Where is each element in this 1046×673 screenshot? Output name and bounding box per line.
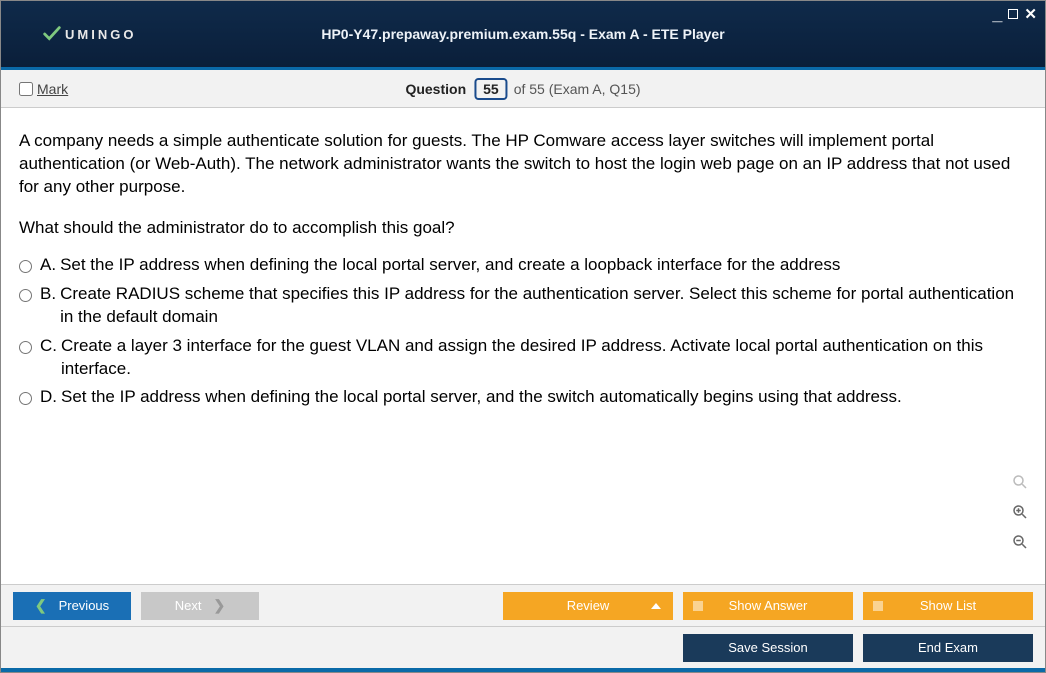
toolbar-row-2: Save Session End Exam [1,626,1045,668]
square-icon [873,601,883,611]
save-session-button[interactable]: Save Session [683,634,853,662]
bottom-divider [1,668,1045,672]
question-body: A company needs a simple authenticate so… [1,108,1045,425]
zoom-in-icon[interactable] [1009,501,1031,523]
window-controls: _ ✕ [992,5,1037,23]
show-answer-button[interactable]: Show Answer [683,592,853,620]
logo-text: UMINGO [65,27,136,42]
option-radio[interactable] [19,392,32,405]
end-exam-button[interactable]: End Exam [863,634,1033,662]
options-list: A. Set the IP address when defining the … [19,254,1027,410]
option-radio[interactable] [19,289,32,302]
zoom-out-icon[interactable] [1009,531,1031,553]
option-letter: C. [40,335,57,358]
option-text: Create a layer 3 interface for the guest… [61,335,1027,381]
question-text: A company needs a simple authenticate so… [19,130,1027,199]
question-word: Question [405,81,466,97]
option-letter: B. [40,283,56,306]
show-list-button[interactable]: Show List [863,592,1033,620]
window-title: HP0-Y47.prepaway.premium.exam.55q - Exam… [321,26,724,42]
option-text: Create RADIUS scheme that specifies this… [60,283,1027,329]
option-text: Set the IP address when defining the loc… [61,386,902,409]
option-radio[interactable] [19,260,32,273]
chevron-right-icon: ❯ [214,597,226,614]
question-prompt: What should the administrator do to acco… [19,217,1027,240]
option-text: Set the IP address when defining the loc… [60,254,840,277]
option-c[interactable]: C. Create a layer 3 interface for the gu… [19,335,1027,381]
option-a[interactable]: A. Set the IP address when defining the … [19,254,1027,277]
option-letter: D. [40,386,57,409]
question-indicator: Question 55 of 55 (Exam A, Q15) [405,78,640,100]
zoom-controls [1009,471,1031,553]
previous-button[interactable]: ❮ Previous [13,592,131,620]
option-letter: A. [40,254,56,277]
option-radio[interactable] [19,341,32,354]
option-b[interactable]: B. Create RADIUS scheme that specifies t… [19,283,1027,329]
app-logo: UMINGO [41,23,136,45]
maximize-icon[interactable] [1008,9,1018,19]
square-icon [693,601,703,611]
close-icon[interactable]: ✕ [1024,5,1037,23]
next-button[interactable]: Next ❯ [141,592,259,620]
title-bar: UMINGO HP0-Y47.prepaway.premium.exam.55q… [1,1,1045,67]
minimize-icon[interactable]: _ [992,10,1002,18]
question-header: Mark Question 55 of 55 (Exam A, Q15) [1,70,1045,108]
triangle-up-icon [651,603,661,609]
mark-checkbox-wrap[interactable]: Mark [19,81,68,97]
mark-checkbox[interactable] [19,82,33,96]
search-icon[interactable] [1009,471,1031,493]
toolbar-row-1: ❮ Previous Next ❯ Review Show Answer Sho… [1,584,1045,626]
mark-label: Mark [37,81,68,97]
question-of-text: of 55 (Exam A, Q15) [514,81,641,97]
toolbar: ❮ Previous Next ❯ Review Show Answer Sho… [1,584,1045,672]
chevron-left-icon: ❮ [35,597,47,614]
option-d[interactable]: D. Set the IP address when defining the … [19,386,1027,409]
review-button[interactable]: Review [503,592,673,620]
checkmark-icon [41,23,63,45]
question-number: 55 [474,78,508,100]
